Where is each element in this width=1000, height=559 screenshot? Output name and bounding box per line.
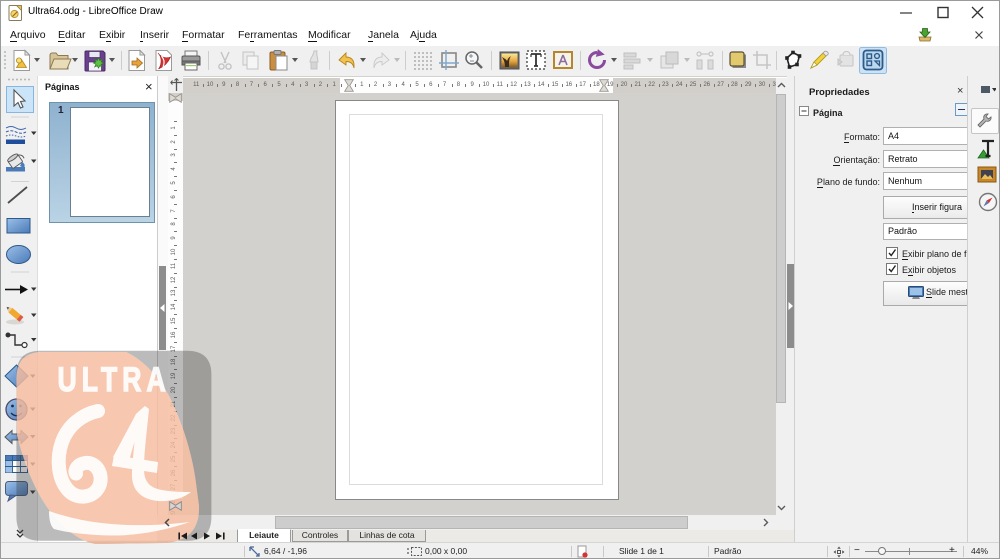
svg-text:ULTRA: ULTRA [57, 361, 170, 399]
